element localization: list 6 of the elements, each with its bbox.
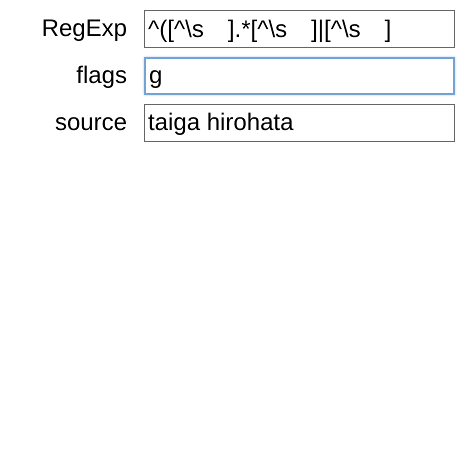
text-field[interactable]: ^([^\s ].*[^\s ]|[^\s ] — [144, 10, 455, 48]
text-field[interactable]: g — [144, 57, 455, 95]
field-label: RegExp — [40, 15, 127, 43]
field-label: source — [54, 109, 127, 137]
text-field[interactable]: taiga hirohata — [144, 104, 455, 142]
field-label: flags — [75, 62, 127, 90]
